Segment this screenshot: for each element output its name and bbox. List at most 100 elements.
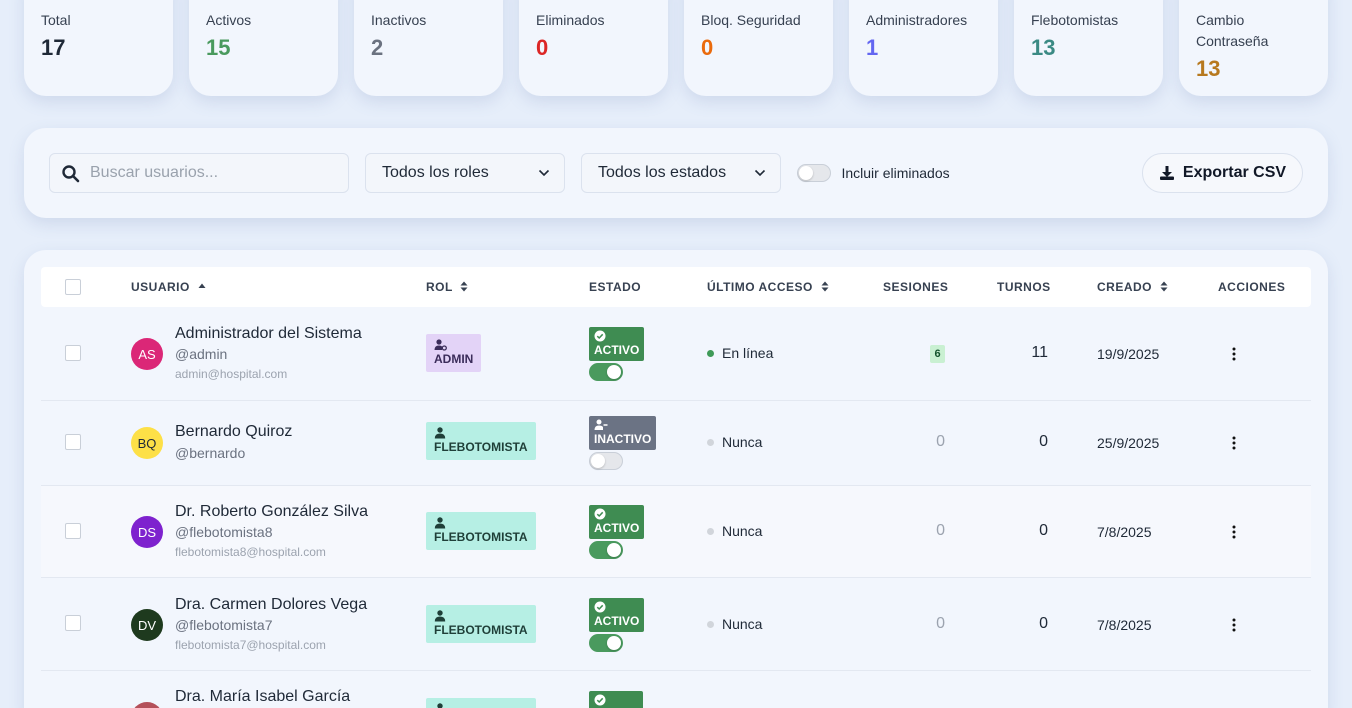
chevron-down-icon — [538, 169, 550, 177]
stat-value: 15 — [206, 35, 231, 60]
check-circle-icon — [594, 694, 606, 706]
stat-label: Eliminados — [536, 12, 605, 28]
stat-label: Cambio Contraseña — [1196, 12, 1269, 49]
active-toggle[interactable] — [589, 541, 623, 559]
created-date: 19/9/2025 — [1097, 346, 1160, 362]
search-input[interactable] — [90, 154, 340, 192]
last-access-label: Nunca — [722, 616, 763, 632]
user-name: Bernardo Quiroz — [175, 423, 293, 440]
stat-value: 13 — [1031, 35, 1056, 60]
stat-value: 13 — [1196, 56, 1221, 81]
role-badge: ADMIN — [426, 334, 482, 372]
column-header-estado: ESTADO — [589, 280, 642, 294]
row-checkbox[interactable] — [65, 345, 81, 361]
role-badge — [426, 698, 536, 708]
stat-card-administradores: Administradores 1 — [849, 0, 998, 96]
stat-label: Activos — [206, 12, 252, 28]
table-row[interactable]: BQ Bernardo Quiroz @bernardo FLEBOTOMIST… — [41, 401, 1311, 486]
stat-label: Administradores — [866, 12, 968, 28]
role-label: FLEBOTOMISTA — [434, 530, 528, 544]
active-toggle[interactable] — [589, 452, 623, 470]
more-actions-icon[interactable] — [1229, 525, 1239, 539]
more-actions-icon[interactable] — [1229, 347, 1239, 361]
offline-indicator — [707, 528, 714, 535]
column-header-acciones: ACCIONES — [1218, 280, 1286, 294]
created-date: 25/9/2025 — [1097, 435, 1160, 451]
column-header-usuario[interactable]: USUARIO — [131, 280, 206, 294]
stat-card-activos: Activos 15 — [189, 0, 338, 96]
table-row[interactable]: Dra. María Isabel García — [41, 671, 1311, 708]
column-header-rol[interactable]: ROL — [426, 280, 468, 294]
sort-icon — [460, 281, 468, 292]
turnos-count: 0 — [1039, 522, 1048, 539]
stat-label: Flebotomistas — [1031, 12, 1119, 28]
row-checkbox[interactable] — [65, 615, 81, 631]
avatar: BQ — [131, 427, 163, 459]
status-badge — [589, 691, 643, 708]
user-slash-icon — [594, 419, 608, 430]
users-table: USUARIO ROL ESTADO ÚLTIMO ACCESO SESIONE… — [24, 250, 1328, 708]
include-deleted-filter: Incluir eliminados — [797, 164, 950, 182]
filters-bar: Todos los roles Todos los estados Inclui… — [24, 128, 1328, 218]
sort-icon — [1160, 281, 1168, 292]
status-filter-value: Todos los estados — [598, 164, 727, 181]
active-toggle[interactable] — [589, 634, 623, 652]
download-icon — [1159, 166, 1174, 180]
stat-value: 17 — [41, 35, 66, 60]
stat-card-bloq-seguridad: Bloq. Seguridad 0 — [684, 0, 833, 96]
last-access: Nunca — [707, 523, 762, 539]
select-all-checkbox[interactable] — [65, 279, 81, 295]
table-row[interactable]: DV Dra. Carmen Dolores Vega @flebotomist… — [41, 578, 1311, 671]
offline-indicator — [707, 439, 714, 446]
status-badge: ACTIVO — [589, 505, 645, 539]
stat-value: 2 — [371, 35, 384, 60]
table-row[interactable]: AS Administrador del Sistema @admin admi… — [41, 307, 1311, 401]
user-icon — [434, 610, 446, 622]
user-name: Dra. María Isabel García — [175, 688, 351, 705]
stat-value: 0 — [536, 35, 549, 60]
role-filter-select[interactable]: Todos los roles — [365, 153, 565, 193]
stat-label: Bloq. Seguridad — [701, 12, 801, 28]
search-box — [49, 153, 349, 193]
active-toggle[interactable] — [589, 363, 623, 381]
column-header-sesiones: SESIONES — [883, 280, 949, 294]
user-email: flebotomista8@hospital.com — [175, 545, 326, 559]
stat-value: 0 — [701, 35, 714, 60]
status-label: INACTIVO — [594, 432, 652, 446]
row-checkbox[interactable] — [65, 523, 81, 539]
column-header-ultimo-acceso[interactable]: ÚLTIMO ACCESO — [707, 280, 829, 294]
role-badge: FLEBOTOMISTA — [426, 512, 536, 550]
stat-label: Total — [41, 12, 71, 28]
more-actions-icon[interactable] — [1229, 618, 1239, 632]
last-access-label: En línea — [722, 345, 774, 361]
role-label: FLEBOTOMISTA — [434, 440, 528, 454]
export-csv-button[interactable]: Exportar CSV — [1142, 153, 1303, 193]
status-filter-select[interactable]: Todos los estados — [581, 153, 781, 193]
status-badge: ACTIVO — [589, 327, 645, 361]
column-header-creado[interactable]: CREADO — [1097, 280, 1168, 294]
user-handle: @flebotomista7 — [175, 617, 273, 633]
stat-card-flebotomistas: Flebotomistas 13 — [1014, 0, 1163, 96]
sessions-count: 0 — [936, 522, 945, 539]
include-deleted-toggle[interactable] — [797, 164, 831, 182]
column-header-turnos: TURNOS — [997, 280, 1051, 294]
turnos-count: 11 — [1031, 344, 1048, 361]
user-email: flebotomista7@hospital.com — [175, 638, 326, 652]
sessions-count: 6 — [930, 345, 945, 363]
user-handle: @bernardo — [175, 445, 246, 461]
user-icon — [437, 703, 443, 708]
user-name: Dr. Roberto González Silva — [175, 503, 368, 520]
created-date: 7/8/2025 — [1097, 617, 1152, 633]
column-header-label: ROL — [426, 280, 453, 294]
user-name: Administrador del Sistema — [175, 325, 362, 342]
user-icon — [434, 517, 446, 529]
check-circle-icon — [594, 508, 606, 520]
role-filter-value: Todos los roles — [382, 164, 489, 181]
status-label: ACTIVO — [594, 521, 640, 535]
row-checkbox[interactable] — [65, 434, 81, 450]
stats-bar: Total 17 Activos 15 Inactivos 2 Eliminad… — [24, 0, 1328, 96]
table-row[interactable]: DS Dr. Roberto González Silva @flebotomi… — [41, 486, 1311, 578]
more-actions-icon[interactable] — [1229, 436, 1239, 450]
role-badge: FLEBOTOMISTA — [426, 605, 536, 643]
user-email: admin@hospital.com — [175, 367, 288, 381]
